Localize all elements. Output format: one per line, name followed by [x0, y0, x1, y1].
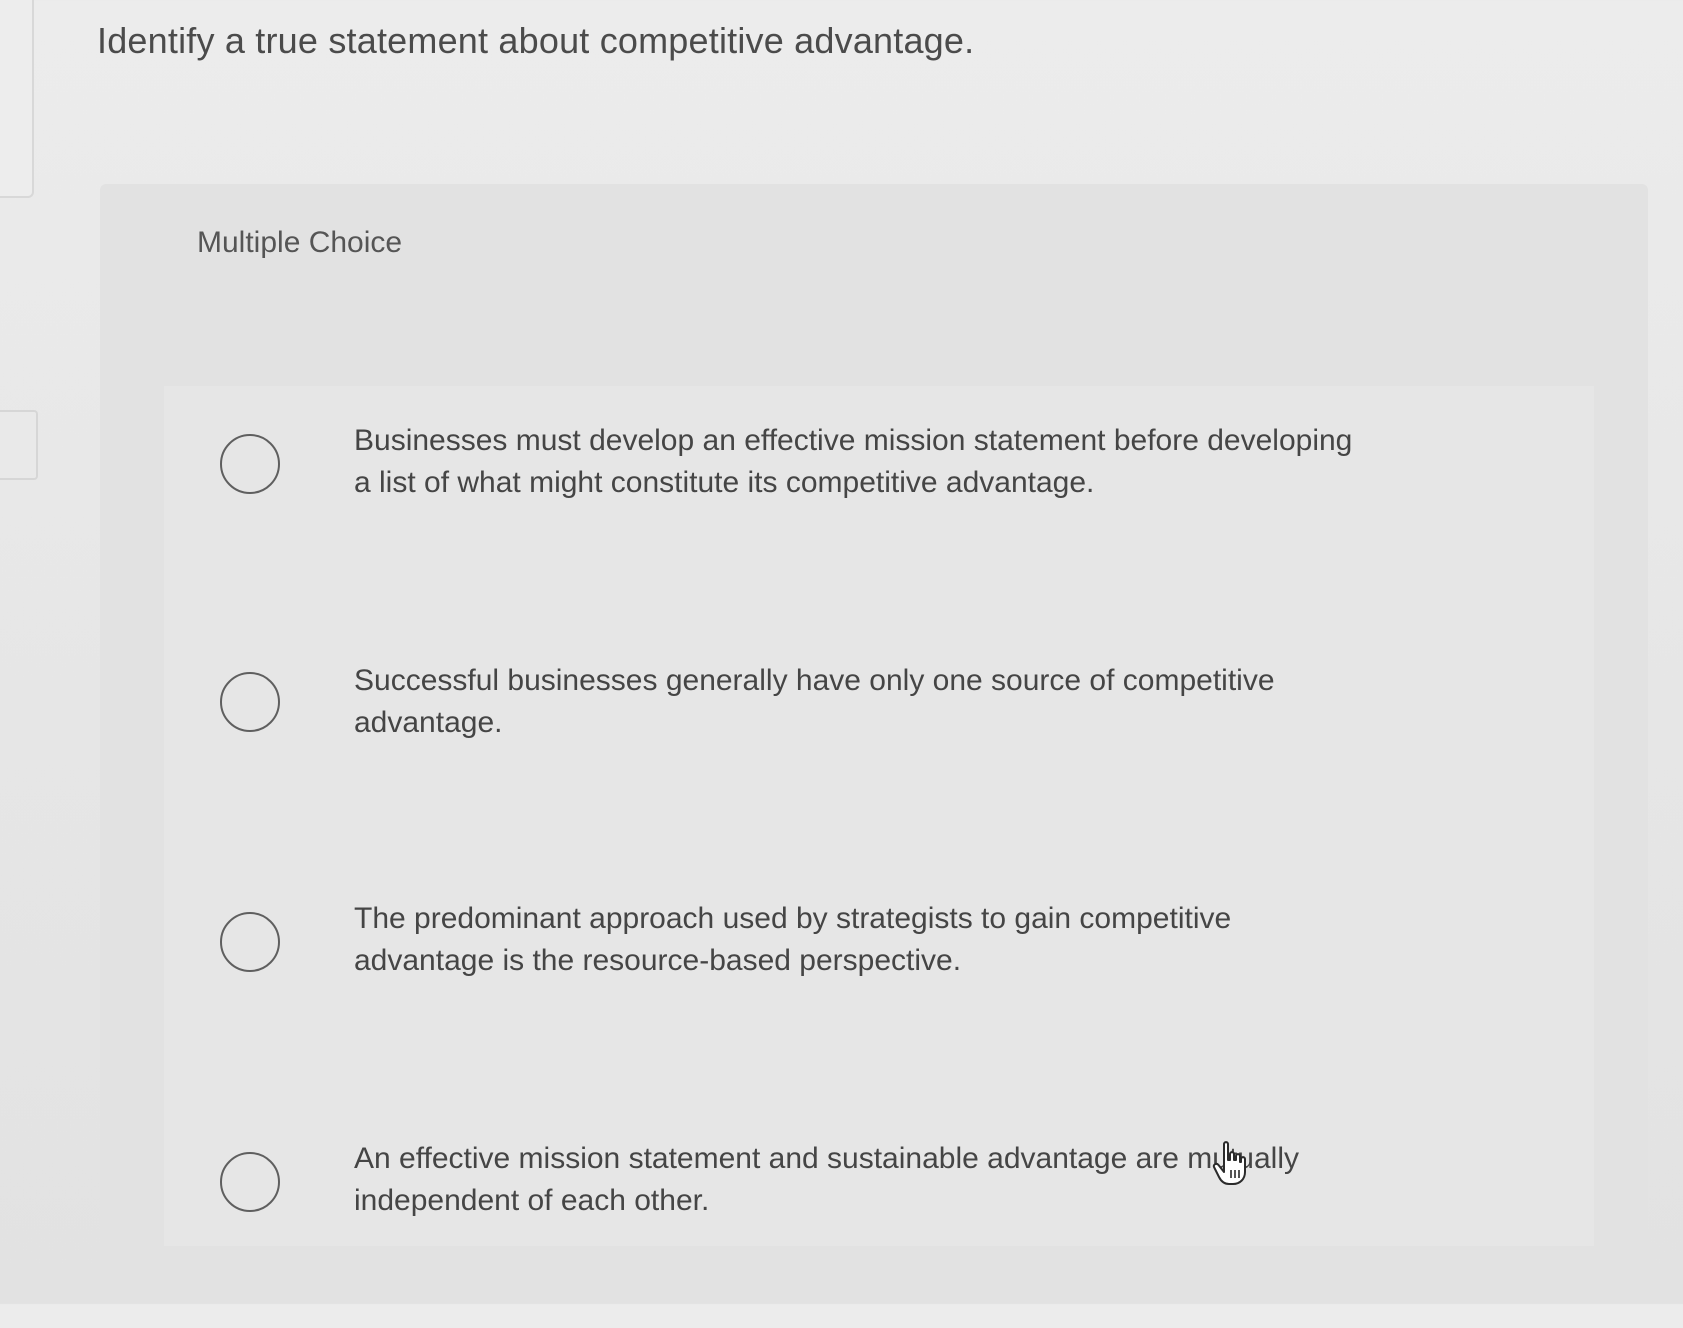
radio-button-icon[interactable]	[220, 672, 280, 732]
radio-button-icon[interactable]	[220, 1152, 280, 1212]
answer-option-4[interactable]: An effective mission statement and susta…	[164, 1128, 1594, 1328]
question-type-label: Multiple Choice	[197, 226, 403, 259]
hand-pointer-icon	[1212, 1141, 1246, 1185]
answer-option-text: The predominant approach used by strateg…	[354, 902, 1232, 977]
left-edge-panel	[0, 0, 34, 198]
multiple-choice-panel: Multiple Choice Businesses must develop …	[100, 184, 1648, 1268]
left-edge-tab	[0, 410, 38, 480]
answer-option-text: Businesses must develop an effective mis…	[354, 424, 1353, 499]
answer-option-2[interactable]: Successful businesses generally have onl…	[164, 648, 1594, 848]
radio-button-icon[interactable]	[220, 434, 280, 494]
answer-option-1[interactable]: Businesses must develop an effective mis…	[164, 406, 1594, 606]
answer-options: Businesses must develop an effective mis…	[164, 386, 1594, 1246]
radio-button-icon[interactable]	[220, 912, 280, 972]
answer-option-3[interactable]: The predominant approach used by strateg…	[164, 888, 1594, 1088]
question-prompt: Identify a true statement about competit…	[97, 20, 975, 61]
answer-option-text: Successful businesses generally have onl…	[354, 664, 1275, 739]
